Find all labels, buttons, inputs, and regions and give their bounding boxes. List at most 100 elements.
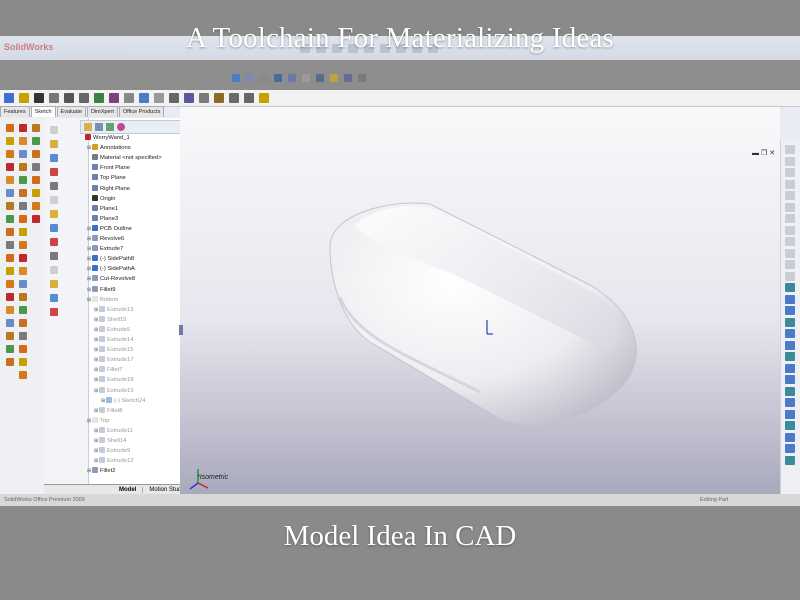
point-icon[interactable] (169, 93, 179, 103)
view-settings-icon[interactable] (358, 74, 366, 82)
sketch-tool-icon[interactable] (50, 182, 58, 190)
task-pane-icon[interactable] (785, 214, 795, 223)
trim-icon[interactable] (184, 93, 194, 103)
feature-tool-icon[interactable] (19, 254, 27, 262)
arc-icon[interactable] (79, 93, 89, 103)
feature-tool-icon[interactable] (19, 150, 27, 158)
task-pane-icon[interactable] (785, 409, 795, 419)
tree-item[interactable]: Plane3 (87, 214, 118, 223)
task-pane-icon[interactable] (785, 352, 795, 361)
task-pane-icon[interactable] (785, 271, 795, 281)
display-style-icon[interactable] (302, 74, 310, 82)
feature-tool-icon[interactable] (32, 202, 40, 210)
line-icon[interactable] (34, 93, 44, 103)
tree-item[interactable]: ⊞ (-) SidePathA (87, 265, 135, 273)
task-pane-icon[interactable] (785, 145, 795, 154)
task-pane-icon[interactable] (785, 237, 795, 246)
hide-show-icon[interactable] (316, 74, 324, 82)
feature-tool-icon[interactable] (6, 150, 14, 158)
tree-item[interactable]: ⊞ Annotations (87, 144, 131, 152)
feature-tool-icon[interactable] (32, 150, 40, 158)
rectangle-icon[interactable] (49, 93, 59, 103)
section-view-icon[interactable] (274, 74, 282, 82)
feature-tool-icon[interactable] (19, 358, 27, 366)
feature-tool-icon[interactable] (32, 137, 40, 145)
tree-item[interactable]: Origin (87, 194, 115, 203)
tree-item[interactable]: ⊞ (-) Sketch24 (101, 396, 146, 405)
tree-item[interactable]: ⊞ Extrude13 (94, 305, 133, 314)
tree-item[interactable]: ⊞ Revolve6 (87, 235, 124, 243)
tree-item[interactable]: Right Plane (87, 184, 130, 193)
feature-tool-icon[interactable] (32, 176, 40, 184)
feature-tool-icon[interactable] (19, 267, 27, 275)
tab-sketch[interactable]: Sketch (30, 106, 56, 117)
task-pane-icon[interactable] (785, 283, 795, 292)
pattern-icon[interactable] (244, 93, 254, 103)
feature-tool-icon[interactable] (32, 124, 40, 132)
property-manager-tab-icon[interactable] (95, 123, 103, 131)
sketch-tool-icon[interactable] (50, 280, 58, 288)
tab-features[interactable]: Features (0, 106, 30, 117)
smart-dimension-icon[interactable] (19, 93, 29, 103)
feature-tool-icon[interactable] (6, 332, 14, 340)
sketch-tool-icon[interactable] (50, 126, 58, 134)
task-pane-icon[interactable] (785, 179, 795, 189)
tree-item[interactable]: ⊞ Extrude7 (87, 245, 123, 253)
tab-evaluate[interactable]: Evaluate (56, 106, 86, 117)
tree-item[interactable]: ⊞ Fillet9 (87, 285, 115, 294)
dimxpert-manager-tab-icon[interactable] (117, 123, 125, 131)
feature-tool-icon[interactable] (6, 306, 14, 314)
task-pane-icon[interactable] (785, 340, 795, 350)
feature-tool-icon[interactable] (6, 228, 14, 236)
tree-item[interactable]: ⊞ Fillet2 (87, 467, 115, 475)
feature-tool-icon[interactable] (6, 176, 14, 184)
feature-tool-icon[interactable] (6, 215, 14, 223)
feature-tool-icon[interactable] (19, 215, 27, 223)
tree-item[interactable]: ⊞ Extrude12 (94, 457, 133, 465)
feature-tool-icon[interactable] (6, 137, 14, 145)
circle-icon[interactable] (64, 93, 74, 103)
spline-icon[interactable] (94, 93, 104, 103)
zoom-area-icon[interactable] (246, 74, 254, 82)
tree-item[interactable]: ⊞ Shell14 (94, 437, 126, 445)
sketch-tool-icon[interactable] (50, 140, 58, 148)
plane-icon[interactable] (139, 93, 149, 103)
tree-item[interactable]: ⊞ Extrude11 (94, 426, 133, 435)
feature-tool-icon[interactable] (6, 189, 14, 197)
sketch-tool-icon[interactable] (50, 308, 58, 316)
minimize-icon[interactable]: ▬ (752, 150, 759, 157)
tree-item[interactable]: ⊞ (-) SidePath8 (87, 255, 134, 263)
sketch-icon[interactable] (4, 93, 14, 103)
feature-tool-icon[interactable] (32, 163, 40, 171)
task-pane-icon[interactable] (785, 202, 795, 212)
sketch-tool-icon[interactable] (50, 252, 58, 260)
previous-view-icon[interactable] (260, 74, 268, 82)
tree-item[interactable]: Top Plane (87, 174, 126, 182)
feature-tool-icon[interactable] (6, 345, 14, 353)
sketch-tool-icon[interactable] (50, 154, 58, 162)
text-icon[interactable] (154, 93, 164, 103)
feature-tool-icon[interactable] (19, 124, 27, 132)
tree-item[interactable]: Material <not specified> (87, 154, 162, 162)
fillet-sketch-icon[interactable] (124, 93, 134, 103)
feature-tool-icon[interactable] (19, 189, 27, 197)
convert-entities-icon[interactable] (199, 93, 209, 103)
task-pane-icon[interactable] (785, 294, 795, 304)
view-orientation-icon[interactable] (288, 74, 296, 82)
feature-tool-icon[interactable] (6, 280, 14, 288)
restore-icon[interactable]: ❐ (761, 150, 767, 157)
task-pane-icon[interactable] (785, 432, 795, 442)
task-pane-icon[interactable] (785, 444, 795, 453)
panel-splitter[interactable] (179, 325, 183, 335)
task-pane-icon[interactable] (785, 455, 795, 465)
feature-tool-icon[interactable] (6, 241, 14, 249)
sketch-tool-icon[interactable] (50, 294, 58, 302)
feature-manager-tab-icon[interactable] (84, 123, 92, 131)
scene-icon[interactable] (344, 74, 352, 82)
sketch-tool-icon[interactable] (50, 224, 58, 232)
feature-tool-icon[interactable] (19, 202, 27, 210)
tree-item[interactable]: ⊞ Extrude19 (94, 386, 133, 395)
feature-tool-icon[interactable] (32, 215, 40, 223)
task-pane-icon[interactable] (785, 375, 795, 384)
feature-tool-icon[interactable] (19, 332, 27, 340)
